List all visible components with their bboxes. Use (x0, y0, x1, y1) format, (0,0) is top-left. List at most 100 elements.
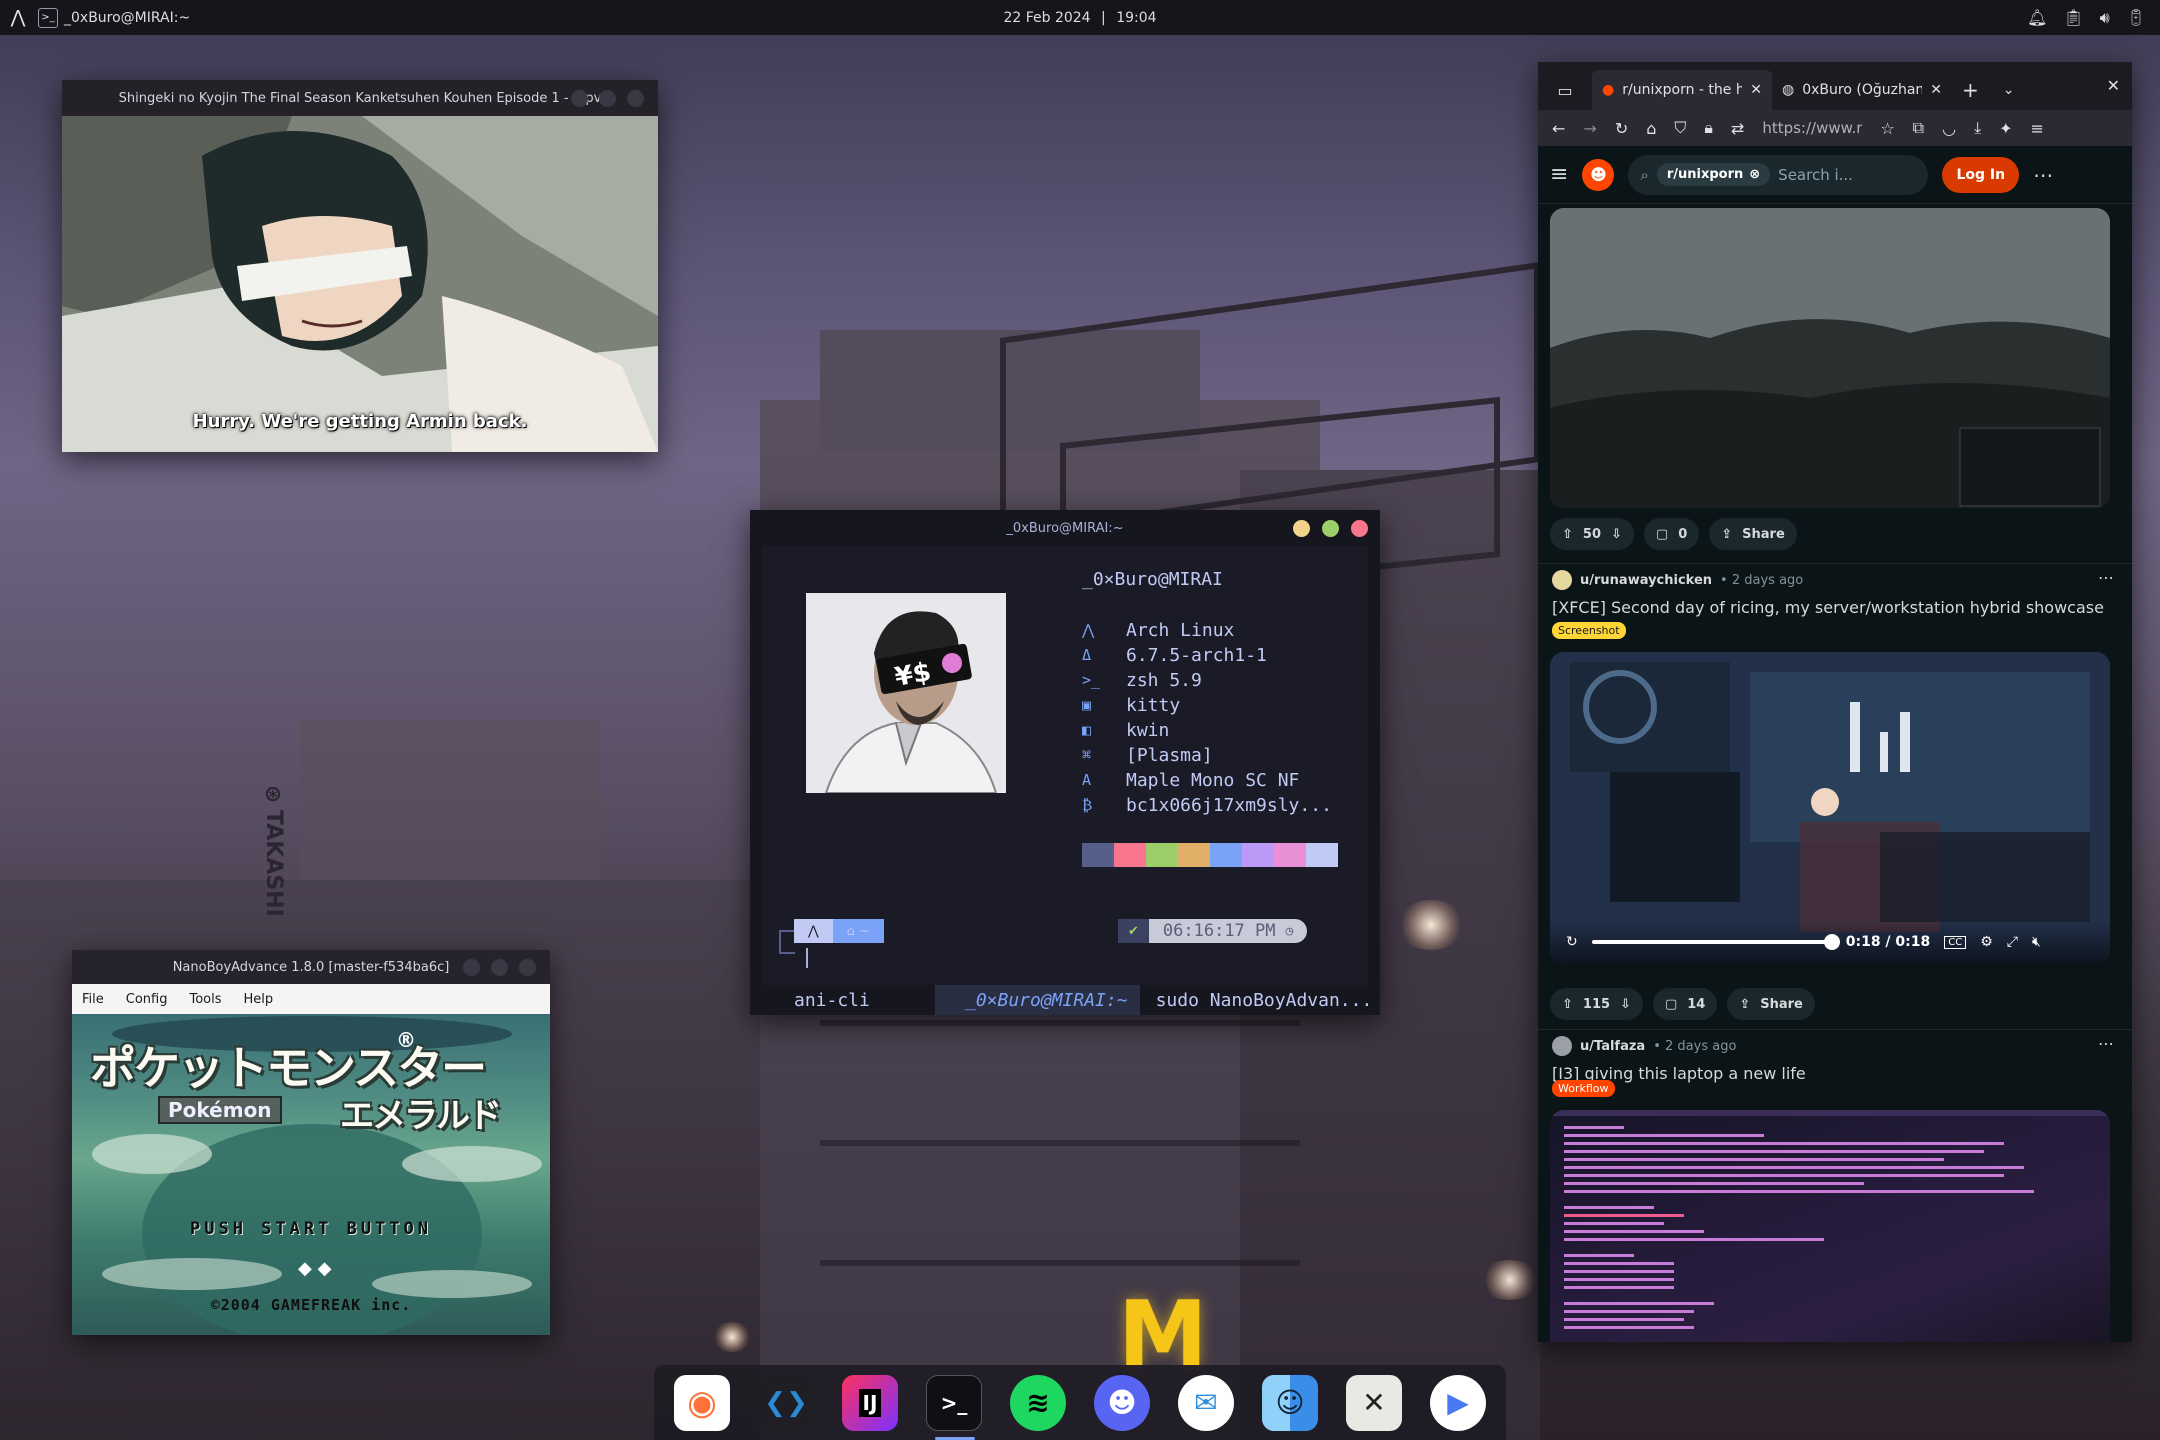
battery-icon[interactable]: 🔋︎ (2126, 8, 2146, 27)
xcode-icon[interactable]: ✕ (1346, 1374, 1402, 1431)
bell-icon[interactable]: 🔔︎ (2027, 8, 2047, 27)
terminal-icon: >_ (38, 7, 58, 28)
reddit-search[interactable]: ⌕ r/unixporn ⊗ Search i... (1628, 154, 1929, 195)
pocket-icon[interactable]: ◡ (1942, 119, 1956, 138)
post2-flair[interactable]: Screenshot (1552, 622, 1626, 639)
spotify-icon[interactable]: ≋ (1010, 1374, 1066, 1431)
avatar[interactable] (1552, 570, 1572, 590)
minimize-button[interactable] (571, 90, 588, 107)
comments-button[interactable]: ▢ 14 (1652, 988, 1718, 1020)
tab-nanoboy[interactable]: sudo NanoBoyAdvan... (1140, 990, 1373, 1011)
tab-reddit[interactable]: ● r/unixporn - the h ✕ (1592, 70, 1772, 110)
addon-icon[interactable]: ✦ (1999, 119, 2012, 138)
close-button[interactable] (1351, 520, 1368, 537)
post-options-icon[interactable]: ⋯ (2098, 568, 2114, 587)
reload-icon[interactable]: ↻ (1615, 119, 1628, 138)
menu-tools[interactable]: Tools (189, 992, 221, 1007)
tab-shell-active[interactable]: _0×Buro@MIRAI:~ (935, 985, 1140, 1015)
comment-icon: ▢ (1655, 526, 1669, 542)
reddit-logo-icon[interactable]: ☻ (1582, 158, 1615, 191)
post-author[interactable]: u/runawaychicken (1580, 573, 1712, 588)
emulator-screen[interactable]: ポケットモンスター エメラルド ® Pokémon PUSH START BUT… (72, 1014, 550, 1335)
tab-ani-cli[interactable]: ani-cli (750, 990, 935, 1011)
upvote-icon[interactable]: ⇧ (1562, 527, 1573, 542)
shell-icon: >_ (1082, 671, 1101, 689)
replay-icon[interactable]: ↻ (1566, 934, 1578, 950)
more-options-icon[interactable]: ⋯ (2033, 163, 2053, 187)
tracking-icon[interactable]: ⇄ (1731, 119, 1744, 138)
new-tab-icon[interactable]: + (1962, 70, 1979, 110)
tab-list-icon[interactable]: ⌄ (2003, 70, 2015, 110)
hamburger-icon[interactable]: ≡ (1550, 162, 1568, 187)
video-progress[interactable] (1591, 934, 1840, 950)
menu-icon[interactable]: ≡ (2031, 119, 2044, 138)
video-frame[interactable]: Hurry. We're getting Armin back. (62, 116, 658, 452)
volume-icon[interactable]: 🔊︎ (2100, 8, 2110, 28)
close-button[interactable] (627, 90, 644, 107)
lock-icon[interactable]: 🔒︎ (1704, 118, 1713, 138)
finder-icon[interactable]: ☺ (1262, 1374, 1318, 1431)
share-button[interactable]: ⇪ Share (1727, 988, 1815, 1020)
downvote-icon[interactable]: ⇩ (1611, 527, 1622, 542)
minimize-button[interactable] (1293, 520, 1310, 537)
terminal-app-icon[interactable]: >_ (926, 1374, 982, 1440)
comments-button[interactable]: ▢ 0 (1643, 518, 1700, 550)
post2-video[interactable]: ↻ 0:18 / 0:18 CC ⚙ ⤢ 🔇︎ (1550, 652, 2110, 964)
comment-count: 14 (1687, 996, 1706, 1012)
captions-icon[interactable]: CC (1944, 935, 1967, 949)
thunderbird-icon[interactable]: ✉ (1178, 1374, 1234, 1431)
nanoboy-titlebar[interactable]: NanoBoyAdvance 1.8.0 [master-f534ba6c] (72, 950, 550, 984)
maximize-button[interactable] (599, 90, 616, 107)
firefox-icon[interactable]: ◉ (674, 1374, 730, 1431)
progress-knob[interactable] (1823, 934, 1840, 950)
prompt-left: ⋀ ⌂ ~ (794, 918, 884, 944)
extensions-icon[interactable]: ⧉ (1913, 118, 1924, 138)
mute-icon[interactable]: 🔇︎ (2032, 934, 2041, 950)
shield-icon[interactable]: ⛉ (1674, 118, 1686, 138)
share-button[interactable]: ⇪ Share (1709, 518, 1797, 550)
minimize-button[interactable] (463, 959, 480, 976)
discord-icon[interactable]: ☻ (1094, 1374, 1150, 1431)
window-controls (1293, 520, 1368, 537)
active-window-title[interactable]: _0xBuro@MIRAI:~ (64, 10, 190, 26)
download-icon[interactable]: ⤓ (1974, 118, 1981, 138)
forward-icon[interactable]: → (1583, 119, 1596, 138)
login-button[interactable]: Log In (1942, 156, 2020, 193)
menu-config[interactable]: Config (126, 992, 168, 1007)
fullscreen-icon[interactable]: ⤢ (2007, 934, 2018, 950)
bookmark-star-icon[interactable]: ☆ (1880, 119, 1894, 138)
post1-image[interactable] (1550, 208, 2110, 508)
menu-help[interactable]: Help (244, 992, 274, 1007)
maximize-button[interactable] (491, 959, 508, 976)
mpv-titlebar[interactable]: Shingeki no Kyojin The Final Season Kank… (62, 80, 658, 116)
post3-flair[interactable]: Workflow (1552, 1080, 1615, 1097)
close-tab-icon[interactable]: ✕ (1750, 82, 1762, 98)
clear-chip-icon[interactable]: ⊗ (1749, 167, 1760, 182)
intellij-icon[interactable]: IJ (842, 1374, 898, 1431)
post-options-icon[interactable]: ⋯ (2098, 1034, 2114, 1053)
url-field[interactable]: https://www.re (1762, 119, 1862, 137)
menu-file[interactable]: File (82, 992, 104, 1007)
close-button[interactable] (519, 959, 536, 976)
info-value: 6.7.5-arch1-1 (1126, 645, 1267, 666)
close-window-icon[interactable]: ✕ (2107, 76, 2120, 95)
tab-github[interactable]: ◍ 0xBuro (Oğuzhan ✕ (1772, 70, 1952, 110)
post3-image[interactable] (1550, 1110, 2110, 1342)
settings-gear-icon[interactable]: ⚙ (1980, 934, 1993, 950)
close-tab-icon[interactable]: ✕ (1930, 82, 1942, 98)
subreddit-chip[interactable]: r/unixporn ⊗ (1656, 163, 1771, 186)
post2-title[interactable]: [XFCE] Second day of ricing, my server/w… (1552, 598, 2104, 617)
vscode-icon[interactable]: ❮❯ (758, 1374, 814, 1431)
downvote-icon[interactable]: ⇩ (1620, 997, 1631, 1012)
tab-overview-icon[interactable]: ▭ (1538, 70, 1592, 110)
avatar[interactable] (1552, 1036, 1572, 1056)
maximize-button[interactable] (1322, 520, 1339, 537)
video-player-icon[interactable]: ▶ (1430, 1374, 1486, 1431)
post-author[interactable]: u/Talfaza (1580, 1039, 1645, 1054)
clipboard-icon[interactable]: 📋︎ (2063, 8, 2083, 27)
back-icon[interactable]: ← (1552, 119, 1565, 138)
arch-logo-icon[interactable]: ⋀ (8, 7, 28, 28)
upvote-icon[interactable]: ⇧ (1562, 997, 1573, 1012)
kitty-titlebar[interactable]: _0xBuro@MIRAI:~ (750, 510, 1380, 546)
home-icon[interactable]: ⌂ (1646, 119, 1656, 138)
